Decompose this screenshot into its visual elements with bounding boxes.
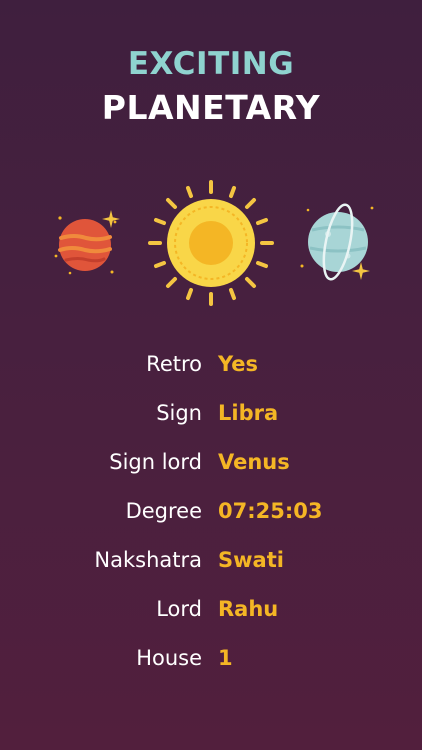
detail-label: House xyxy=(136,646,202,670)
detail-row-degree: Degree 07:25:03 xyxy=(0,499,422,548)
detail-row-sign-lord: Sign lord Venus xyxy=(0,450,422,499)
detail-row-nakshatra: Nakshatra Swati xyxy=(0,548,422,597)
detail-label: Sign lord xyxy=(109,450,202,474)
detail-value: Libra xyxy=(218,401,279,425)
detail-row-retro: Retro Yes xyxy=(0,352,422,401)
detail-label: Retro xyxy=(146,352,202,376)
sun-icon xyxy=(148,180,274,306)
detail-row-lord: Lord Rahu xyxy=(0,597,422,646)
page-title-line2: PLANETARY xyxy=(101,88,321,127)
sparkle-icon xyxy=(102,210,120,228)
page-title-line1: EXCITING xyxy=(127,46,295,82)
detail-value: 1 xyxy=(218,646,233,670)
detail-label: Degree xyxy=(125,499,202,523)
detail-row-sign: Sign Libra xyxy=(0,401,422,450)
detail-value: Swati xyxy=(218,548,284,572)
detail-value: 07:25:03 xyxy=(218,499,323,523)
detail-label: Sign xyxy=(156,401,202,425)
detail-value: Venus xyxy=(218,450,290,474)
sparkle-icon xyxy=(352,262,370,280)
planet-illustration xyxy=(0,170,422,320)
planet-details-list: Retro Yes Sign Libra Sign lord Venus Deg… xyxy=(0,352,422,695)
detail-row-house: House 1 xyxy=(0,646,422,695)
detail-label: Lord xyxy=(156,597,202,621)
detail-value: Rahu xyxy=(218,597,279,621)
detail-value: Yes xyxy=(218,352,259,376)
detail-label: Nakshatra xyxy=(94,548,202,572)
